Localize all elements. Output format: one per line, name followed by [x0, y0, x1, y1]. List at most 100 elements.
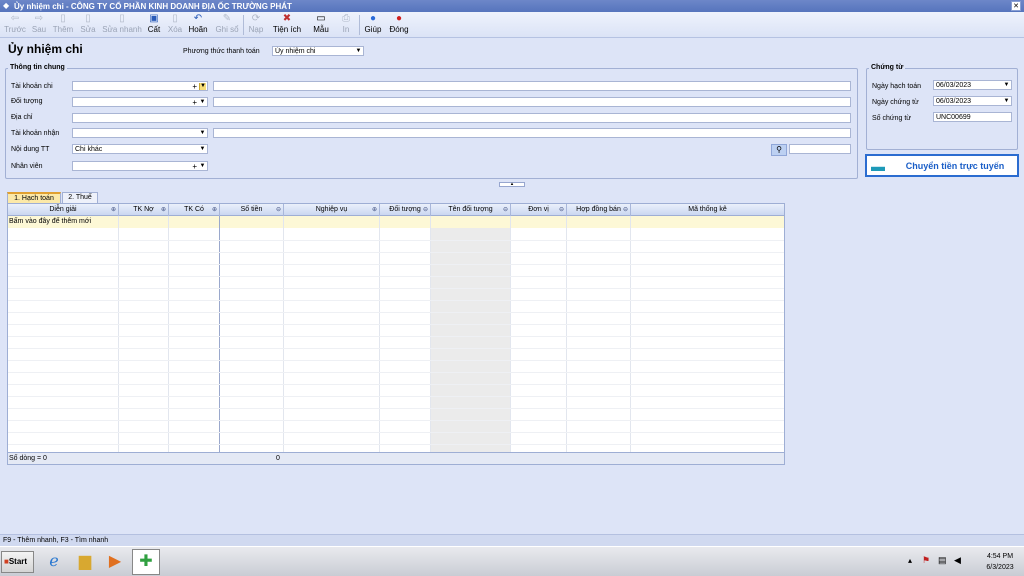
quick-edit-button[interactable]: ▯ Sửa nhanh	[101, 13, 143, 37]
search-icon: ⚲	[776, 145, 782, 154]
save-button[interactable]: ▣ Cất	[145, 13, 163, 37]
chevron-down-icon[interactable]: ▼	[199, 83, 206, 90]
content-select[interactable]: Chi khác ▼	[72, 144, 208, 154]
volume-icon[interactable]: ◀	[954, 555, 961, 566]
system-clock[interactable]: 4:54 PM 6/3/2023	[980, 551, 1020, 573]
edit-button[interactable]: ▯ Sửa	[78, 13, 98, 37]
account-select[interactable]: + ▼	[72, 81, 208, 91]
postpone-button[interactable]: ↶ Hoãn	[187, 13, 209, 37]
posting-date-picker[interactable]: 06/03/2023 ▼	[933, 80, 1012, 90]
help-icon: ●	[369, 13, 377, 24]
voucher-title: Chứng từ	[869, 64, 906, 71]
column-header[interactable]: TK Có ⊕	[169, 204, 220, 216]
chevron-down-icon[interactable]: ▼	[199, 146, 206, 153]
quick-edit-icon: ▯	[119, 13, 125, 24]
window-title: Ủy nhiệm chi - CÔNG TY CỔ PHẦN KINH DOAN…	[14, 1, 292, 11]
chevron-down-icon[interactable]: ▼	[199, 130, 206, 137]
splitter-handle[interactable]: ▴	[499, 182, 525, 187]
grid-header: Diễn giải ⊕ TK Nợ ⊕ TK Có ⊕ Số tiền ⊖ Nghiệp…	[8, 204, 784, 216]
column-header[interactable]: Mã thống kê	[631, 204, 784, 216]
save-icon: ▣	[149, 13, 159, 24]
account-name-field[interactable]	[213, 81, 851, 91]
app-icon: ◆	[3, 1, 10, 10]
online-transfer-button[interactable]: ▬ Chuyển tiền trực tuyến	[865, 154, 1019, 177]
grid-line	[8, 276, 784, 277]
employee-select[interactable]: + ▼	[72, 161, 208, 171]
internet-explorer-icon[interactable]: ℯ	[42, 550, 66, 574]
reload-button[interactable]: ⟳ Nạp	[246, 13, 266, 37]
grid-line	[8, 444, 784, 445]
help-button[interactable]: ● Giúp	[363, 13, 383, 37]
grid-line	[8, 336, 784, 337]
search-button[interactable]: ⚲	[771, 144, 787, 156]
chevron-down-icon[interactable]: ▼	[199, 99, 206, 106]
folder-icon[interactable]: ▆	[73, 550, 97, 574]
utilities-button[interactable]: ✖ Tiện ích	[269, 13, 305, 37]
address-label: Địa chỉ	[11, 114, 33, 121]
pin-icon: ⊖	[422, 207, 428, 213]
column-header[interactable]: TK Nợ ⊕	[119, 204, 169, 216]
posting-date-label: Ngày hạch toán	[872, 83, 922, 90]
active-app-button[interactable]: ✚	[132, 549, 160, 575]
grid-line	[8, 372, 784, 373]
page-title: Ủy nhiệm chi	[8, 42, 83, 56]
column-header[interactable]: Nghiệp vụ ⊕	[284, 204, 380, 216]
payment-method-select[interactable]: Ủy nhiệm chi ▼	[272, 46, 364, 56]
prev-button[interactable]: ⇦ Trước	[2, 13, 28, 37]
column-header[interactable]: Đơn vị ⊖	[511, 204, 567, 216]
content-label: Nội dung TT	[11, 146, 50, 153]
chevron-down-icon: ▼	[355, 48, 362, 54]
arrow-right-icon: ⇨	[34, 13, 44, 24]
tab-accounting[interactable]: 1. Hạch toán	[7, 192, 61, 203]
column-header[interactable]: Diễn giải ⊕	[8, 204, 119, 216]
column-header[interactable]: Số tiền ⊖	[220, 204, 284, 216]
add-icon[interactable]: +	[192, 98, 197, 106]
voucher-no-label: Số chứng từ	[872, 115, 911, 122]
address-field[interactable]	[72, 113, 851, 123]
subject-select[interactable]: + ▼	[72, 97, 208, 107]
add-button[interactable]: ▯ Thêm	[51, 13, 75, 37]
grid-line	[8, 252, 784, 253]
print-button[interactable]: ⎙ In	[337, 13, 355, 37]
column-header[interactable]: Đối tượng ⊖	[380, 204, 431, 216]
receiver-account-select[interactable]: ▼	[72, 128, 208, 138]
close-button[interactable]: ● Đóng	[387, 13, 411, 37]
delete-button[interactable]: ▯ Xóa	[166, 13, 184, 37]
column-header[interactable]: Hợp đồng bán ⊖	[567, 204, 631, 216]
general-info-title: Thông tin chung	[8, 64, 67, 71]
tray-expand-icon[interactable]: ▴	[908, 556, 912, 565]
accounting-app-icon: ✚	[139, 553, 153, 570]
start-button[interactable]: ■Start	[1, 551, 34, 573]
pin-icon: ⊕	[371, 207, 377, 213]
add-icon[interactable]: +	[192, 82, 197, 90]
action-center-icon[interactable]: ⚑	[922, 555, 930, 566]
refresh-icon: ⟳	[251, 13, 261, 24]
window-close-button[interactable]: ✕	[1011, 1, 1021, 11]
add-document-icon: ▯	[60, 13, 66, 24]
chevron-down-icon[interactable]: ▼	[1003, 82, 1010, 89]
subject-name-field[interactable]	[213, 97, 851, 107]
next-button[interactable]: ⇨ Sau	[29, 13, 49, 37]
toolbar-separator	[359, 15, 360, 35]
tab-tax[interactable]: 2. Thuế	[62, 192, 98, 203]
search-field[interactable]	[789, 144, 851, 154]
receiver-bank-field[interactable]	[213, 128, 851, 138]
network-icon[interactable]: ▤	[938, 555, 947, 566]
media-player-icon[interactable]: ▶	[103, 550, 127, 574]
voucher-no-field[interactable]: UNC00699	[933, 112, 1012, 122]
chevron-down-icon[interactable]: ▼	[1003, 98, 1010, 105]
template-button[interactable]: ▭ Mẫu	[309, 13, 333, 37]
column-header[interactable]: Tên đối tượng ⊖	[431, 204, 511, 216]
chevron-down-icon[interactable]: ▼	[199, 163, 206, 170]
title-bar: ◆ Ủy nhiệm chi - CÔNG TY CỔ PHẦN KINH DO…	[0, 0, 1024, 12]
post-button[interactable]: ✎ Ghi sổ	[214, 13, 240, 37]
printer-icon: ⎙	[342, 13, 350, 24]
add-icon[interactable]: +	[192, 162, 197, 170]
add-new-row[interactable]: Bấm vào đây để thêm mới	[8, 216, 784, 228]
accounting-grid[interactable]: Diễn giải ⊕ TK Nợ ⊕ TK Có ⊕ Số tiền ⊖ Nghiệp…	[7, 203, 785, 465]
voucher-date-picker[interactable]: 06/03/2023 ▼	[933, 96, 1012, 106]
monitor-icon: ▬	[871, 157, 885, 174]
pin-icon: ⊕	[211, 207, 217, 213]
edit-document-icon: ▯	[85, 13, 91, 24]
row-count: Số dòng = 0	[9, 455, 47, 462]
